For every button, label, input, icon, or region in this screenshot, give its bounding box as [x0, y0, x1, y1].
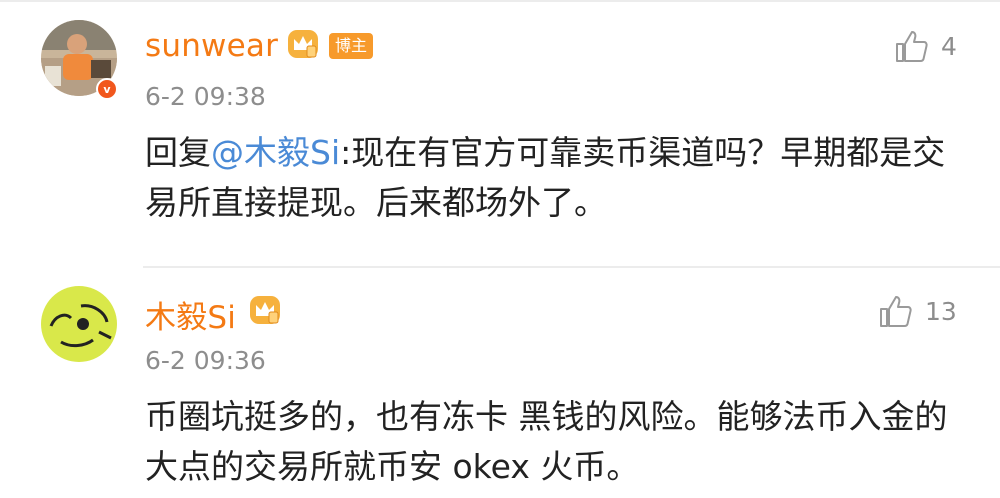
- like-button[interactable]: 13: [877, 293, 957, 329]
- like-button[interactable]: 4: [893, 28, 957, 64]
- comment-item: 木毅Si 13 6-2 09:36 币圈坑挺多的，也有冻卡 黑钱的风险。能够法币…: [0, 268, 1000, 498]
- avatar[interactable]: [41, 286, 117, 362]
- timestamp: 6-2 09:38: [145, 82, 266, 111]
- crown-icon: [250, 296, 280, 324]
- comment-text: 币圈坑挺多的，也有冻卡 黑钱的风险。能够法币入金的 大点的交易所就币安 okex…: [145, 397, 948, 486]
- comment-text: 回复@木毅Si:现在有官方可靠卖币渠道吗？早期都是交易所直接提现。后来都场外了。: [145, 128, 975, 228]
- mention-link[interactable]: @木毅Si: [211, 133, 340, 172]
- host-badge: 博主: [329, 33, 374, 59]
- comment-item: v sunwear 博主 4 6-2 09:38 回复@木毅Si:现在有官方可靠…: [0, 0, 1000, 268]
- like-count: 4: [941, 31, 957, 61]
- timestamp: 6-2 09:36: [145, 346, 266, 375]
- verified-icon: v: [96, 78, 118, 100]
- username[interactable]: 木毅Si: [145, 292, 236, 337]
- username[interactable]: sunwear: [145, 28, 278, 64]
- thumbs-up-icon: [896, 31, 928, 62]
- thumbs-up-icon: [880, 296, 912, 327]
- reply-prefix: 回复: [145, 133, 211, 172]
- like-count: 13: [925, 296, 957, 326]
- crown-icon: [288, 30, 318, 58]
